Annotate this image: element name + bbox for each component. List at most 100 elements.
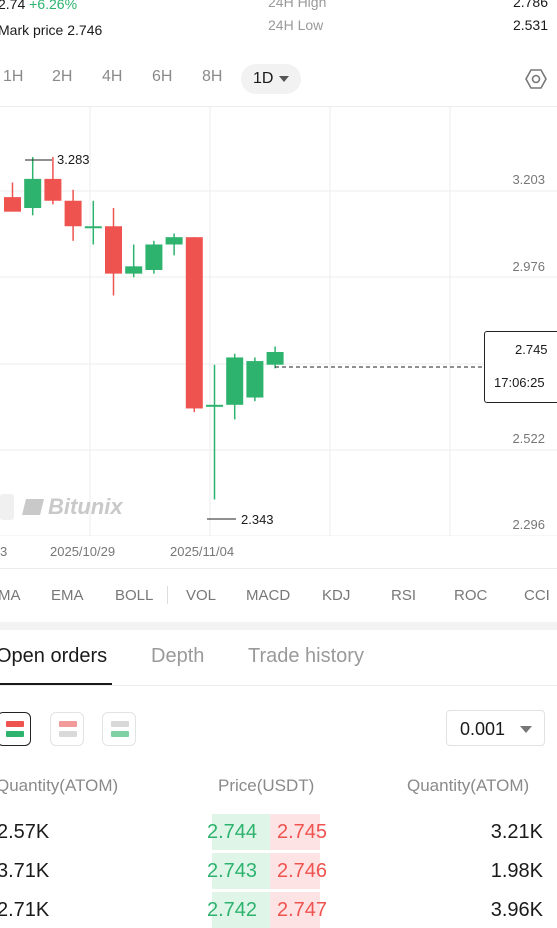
low-marker-label: 2.343: [241, 512, 274, 527]
current-price-box: 2.745 17:06:25: [484, 331, 557, 403]
date-axis-label: 3: [0, 544, 8, 559]
tab-depth[interactable]: Depth: [151, 645, 204, 668]
orderbook-row[interactable]: 2.57K 2.744 2.745 3.21K: [0, 814, 557, 850]
indicator-vol[interactable]: VOL: [186, 587, 216, 604]
date-axis-label: 2025/10/29: [50, 544, 116, 559]
bid-quantity: 3.71K: [0, 860, 50, 882]
low-label: 24H Low: [268, 17, 324, 33]
ask-price: 2.745: [277, 821, 328, 843]
price-axis-label: 2.976: [512, 259, 545, 274]
bid-bar-icon: [111, 731, 129, 737]
indicator-macd[interactable]: MACD: [246, 587, 290, 604]
ask-quantity: 1.98K: [490, 860, 543, 882]
change-percent: +6.26%: [29, 0, 78, 12]
indicator-ma[interactable]: MA: [0, 587, 21, 604]
candle-body: [64, 200, 82, 227]
high-marker-label: 3.283: [57, 152, 90, 167]
candle-body: [266, 351, 284, 365]
candle-body: [165, 237, 183, 245]
mark-price-label: Mark price: [0, 22, 64, 38]
precision-select[interactable]: 0.001: [446, 710, 545, 746]
bid-price: 2.744: [207, 821, 258, 843]
chevron-down-icon: [520, 726, 532, 733]
candle: [206, 364, 223, 500]
bid-quantity: 2.71K: [0, 899, 50, 921]
timeframe-1d-dropdown[interactable]: 1D: [241, 64, 301, 94]
candle: [105, 208, 122, 296]
precision-value: 0.001: [460, 719, 506, 739]
price-header: Price(USDT): [218, 776, 315, 795]
section-separator: [0, 622, 557, 630]
bid-bar-icon: [6, 731, 24, 737]
candle: [145, 240, 163, 274]
candle: [64, 189, 82, 241]
watermark-text: Bitunix: [48, 494, 123, 519]
tab-open-orders[interactable]: Open orders: [0, 645, 107, 668]
view-bids-button[interactable]: [102, 712, 136, 746]
ask-bar-icon: [59, 721, 77, 727]
view-asks-button[interactable]: [50, 712, 84, 746]
candle: [266, 346, 284, 369]
candle: [4, 182, 21, 212]
candle: [226, 353, 244, 420]
timeframe-1h[interactable]: 1H: [3, 68, 23, 86]
current-price-value: 2.745: [515, 342, 548, 357]
last-price: 2.74: [0, 0, 26, 12]
ask-price: 2.747: [277, 899, 328, 921]
timeframe-4h[interactable]: 4H: [102, 68, 122, 86]
candle: [84, 200, 102, 245]
candle-body: [246, 361, 264, 398]
candle-body: [4, 197, 21, 212]
expand-icon: [0, 494, 14, 520]
indicator-boll[interactable]: BOLL: [115, 587, 153, 604]
divider: [0, 685, 557, 686]
candle-body: [24, 178, 42, 209]
settings-icon[interactable]: [525, 68, 547, 90]
bid-quantity-header: Quantity(ATOM): [0, 776, 119, 795]
price-axis-label: 2.522: [512, 431, 545, 446]
candle-body: [84, 226, 102, 229]
indicator-kdj[interactable]: KDJ: [322, 587, 350, 604]
indicator-roc[interactable]: ROC: [454, 587, 487, 604]
price-axis-label: 2.296: [512, 517, 545, 532]
ask-quantity: 3.96K: [490, 899, 543, 921]
ask-bar-icon: [6, 721, 24, 727]
candle-body: [44, 178, 62, 201]
mark-price-value: 2.746: [67, 22, 103, 38]
ask-quantity-header: Quantity(ATOM): [407, 776, 530, 795]
timeframe-8h[interactable]: 8H: [202, 68, 222, 86]
high-value: 2.786: [512, 0, 548, 10]
grid: [0, 106, 557, 536]
timeframe-6h[interactable]: 6H: [152, 68, 172, 86]
bid-price: 2.743: [207, 860, 258, 882]
indicator-ema[interactable]: EMA: [51, 587, 84, 604]
indicator-separator: [167, 586, 168, 604]
high-label: 24H High: [268, 0, 327, 10]
candle: [165, 233, 183, 256]
bid-price: 2.742: [207, 899, 258, 921]
orderbook-row[interactable]: 2.71K 2.742 2.747 3.96K: [0, 892, 557, 928]
candle-body: [185, 237, 203, 409]
view-both-button[interactable]: [0, 712, 31, 746]
candle: [246, 357, 264, 402]
date-axis-label: 2025/11/04: [170, 544, 235, 559]
low-value: 2.531: [512, 17, 548, 33]
divider: [0, 568, 557, 569]
neutral-bar-icon: [59, 731, 77, 737]
watermark: Bitunix: [0, 494, 123, 520]
candlestick-chart[interactable]: [0, 106, 557, 536]
timeframe-active-label: 1D: [253, 70, 274, 87]
indicator-rsi[interactable]: RSI: [391, 587, 416, 604]
candle-body: [105, 226, 122, 274]
chevron-down-icon: [279, 76, 290, 82]
timeframe-2h[interactable]: 2H: [52, 68, 72, 86]
ask-quantity: 3.21K: [490, 821, 543, 843]
candle: [185, 237, 203, 413]
neutral-bar-icon: [111, 721, 129, 727]
indicator-cci[interactable]: CCI: [524, 587, 550, 604]
tab-trade-history[interactable]: Trade history: [248, 645, 364, 668]
orderbook-row[interactable]: 3.71K 2.743 2.746 1.98K: [0, 853, 557, 889]
candle-body: [145, 244, 163, 270]
candle-body: [125, 266, 143, 274]
bid-quantity: 2.57K: [0, 821, 50, 843]
